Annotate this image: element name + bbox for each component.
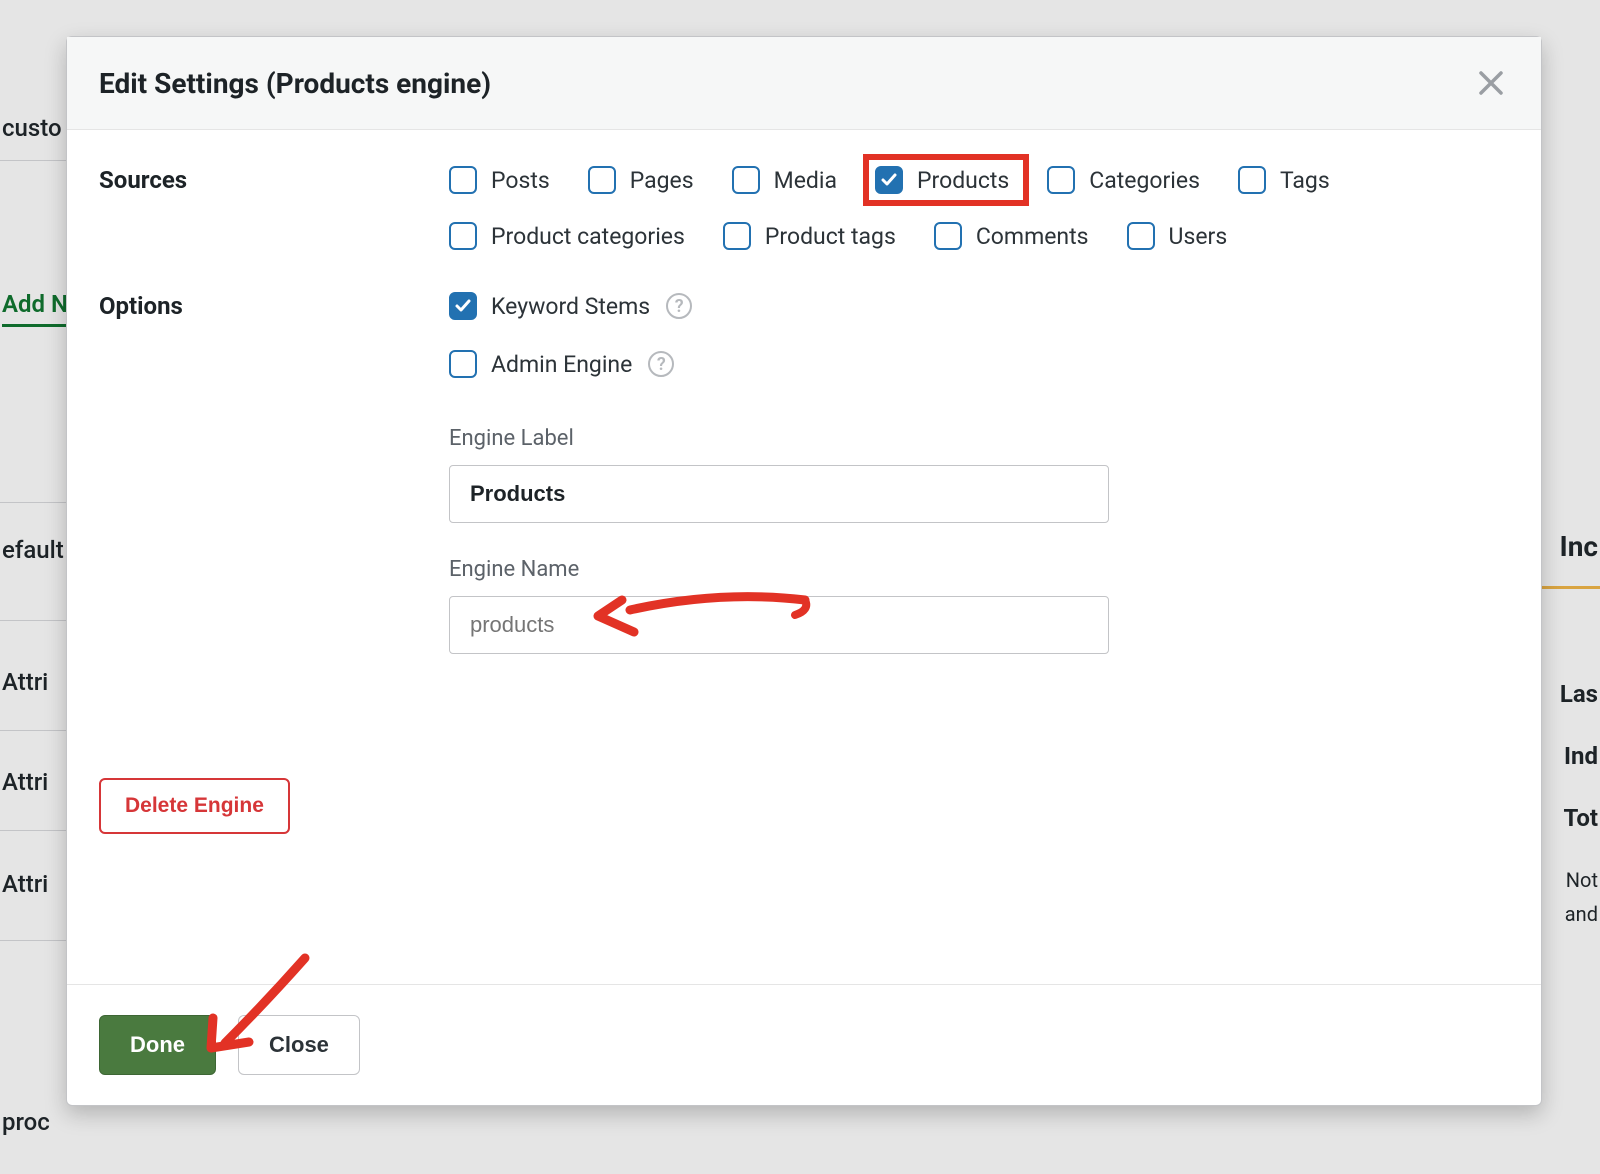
- bg-attri2: Attri: [2, 768, 48, 796]
- source-product-tags[interactable]: Product tags: [723, 222, 896, 250]
- checkbox-media[interactable]: [732, 166, 760, 194]
- close-icon[interactable]: [1473, 65, 1509, 101]
- engine-name-field: Engine Name: [449, 557, 1509, 654]
- sources-row: Sources Posts Pages Media Products Categorie…: [99, 166, 1509, 250]
- sources-label: Sources: [99, 166, 449, 194]
- help-icon[interactable]: ?: [666, 293, 692, 319]
- modal-title: Edit Settings (Products engine): [99, 67, 491, 100]
- checkbox-product-tags[interactable]: [723, 222, 751, 250]
- bg-attri1: Attri: [2, 668, 48, 696]
- checkbox-tags[interactable]: [1238, 166, 1266, 194]
- engine-label-input[interactable]: [449, 465, 1109, 523]
- label-product-tags: Product tags: [765, 223, 896, 250]
- label-products: Products: [917, 167, 1009, 194]
- bg-las: Las: [1560, 680, 1598, 708]
- checkbox-products[interactable]: [875, 166, 903, 194]
- label-media: Media: [774, 167, 837, 194]
- bg-addnew: Add N: [2, 290, 68, 327]
- label-admin-engine: Admin Engine: [491, 351, 632, 378]
- label-product-categories: Product categories: [491, 223, 685, 250]
- edit-settings-modal: Edit Settings (Products engine) Sources …: [66, 36, 1542, 1106]
- checkbox-keyword-stems[interactable]: [449, 292, 477, 320]
- checkbox-product-categories[interactable]: [449, 222, 477, 250]
- bg-proc: proc: [2, 1108, 50, 1136]
- source-product-categories[interactable]: Product categories: [449, 222, 685, 250]
- source-posts[interactable]: Posts: [449, 166, 550, 194]
- checkbox-comments[interactable]: [934, 222, 962, 250]
- modal-body: Sources Posts Pages Media Products Categorie…: [67, 130, 1541, 984]
- source-pages[interactable]: Pages: [588, 166, 694, 194]
- checkbox-posts[interactable]: [449, 166, 477, 194]
- source-categories[interactable]: Categories: [1047, 166, 1200, 194]
- source-tags[interactable]: Tags: [1238, 166, 1330, 194]
- engine-name-caption: Engine Name: [449, 557, 1509, 582]
- checkbox-pages[interactable]: [588, 166, 616, 194]
- label-keyword-stems: Keyword Stems: [491, 293, 650, 320]
- bg-tot: Tot: [1563, 804, 1598, 832]
- option-admin-engine[interactable]: Admin Engine ?: [449, 350, 1509, 378]
- checkbox-admin-engine[interactable]: [449, 350, 477, 378]
- close-button[interactable]: Close: [238, 1015, 360, 1075]
- source-products[interactable]: Products: [863, 154, 1029, 206]
- engine-label-caption: Engine Label: [449, 426, 1509, 451]
- options-row: Options Keyword Stems ?: [99, 292, 1509, 654]
- done-button[interactable]: Done: [99, 1015, 216, 1075]
- help-icon[interactable]: ?: [648, 351, 674, 377]
- engine-label-field: Engine Label: [449, 426, 1509, 523]
- delete-engine-button[interactable]: Delete Engine: [99, 778, 290, 834]
- checkbox-users[interactable]: [1127, 222, 1155, 250]
- bg-efault: efault: [2, 536, 64, 564]
- source-media[interactable]: Media: [732, 166, 837, 194]
- label-posts: Posts: [491, 167, 550, 194]
- source-comments[interactable]: Comments: [934, 222, 1089, 250]
- checkbox-categories[interactable]: [1047, 166, 1075, 194]
- bg-inc: Inc: [1560, 530, 1598, 563]
- option-keyword-stems[interactable]: Keyword Stems ?: [449, 292, 1509, 320]
- modal-footer: Done Close: [67, 984, 1541, 1105]
- modal-header: Edit Settings (Products engine): [67, 37, 1541, 130]
- label-tags: Tags: [1280, 167, 1330, 194]
- bg-attri3: Attri: [2, 870, 48, 898]
- options-label: Options: [99, 292, 449, 320]
- label-categories: Categories: [1089, 167, 1200, 194]
- bg-custo: custo: [2, 114, 62, 142]
- label-comments: Comments: [976, 223, 1089, 250]
- bg-and: and: [1565, 902, 1598, 926]
- bg-ind: Ind: [1564, 742, 1598, 770]
- bg-not: Not: [1566, 868, 1598, 892]
- label-users: Users: [1169, 223, 1228, 250]
- label-pages: Pages: [630, 167, 694, 194]
- source-users[interactable]: Users: [1127, 222, 1228, 250]
- engine-name-input[interactable]: [449, 596, 1109, 654]
- sources-grid: Posts Pages Media Products Categories Tags Pro…: [449, 166, 1509, 250]
